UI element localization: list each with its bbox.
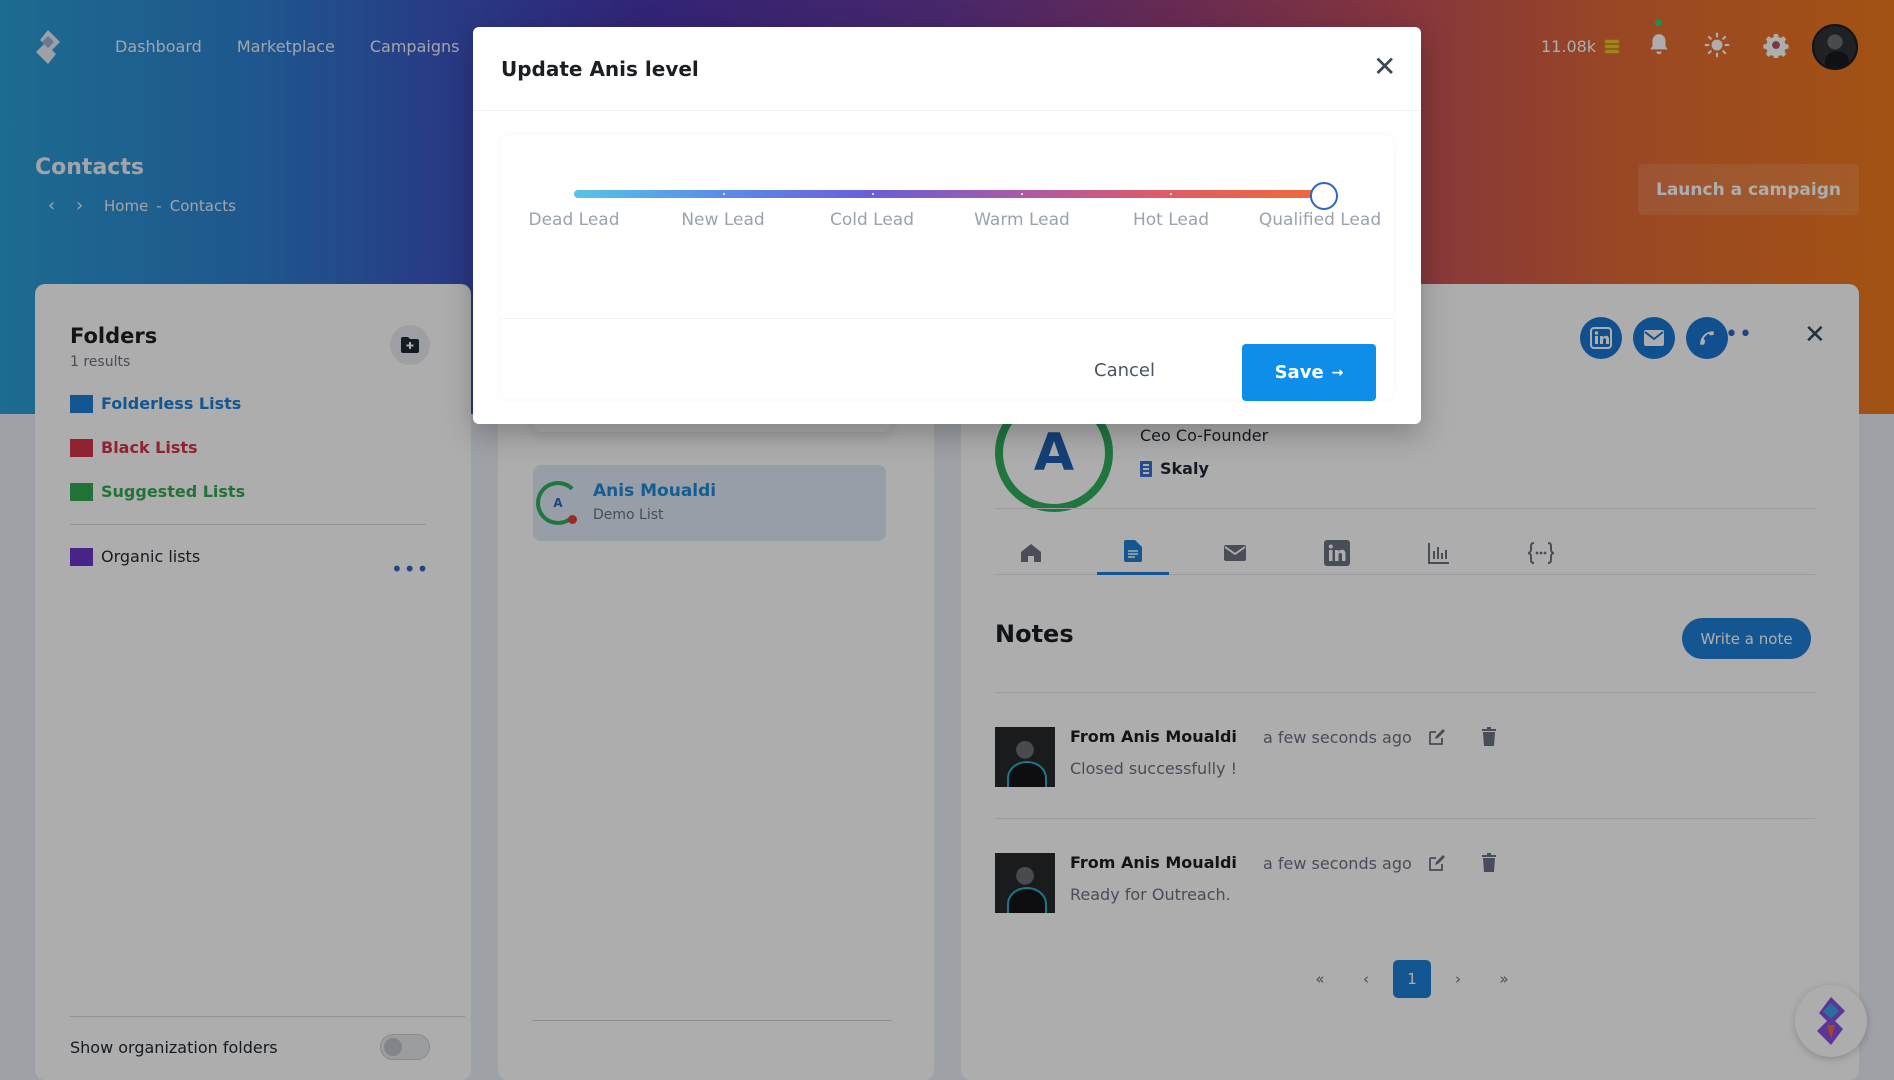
level-slider-card: Dead Lead New Lead Cold Lead Warm Lead H…: [501, 135, 1393, 401]
slider-tick: [1021, 193, 1023, 195]
save-button[interactable]: Save →: [1242, 344, 1376, 401]
modal-header-divider: [473, 110, 1421, 111]
slider-tick: [872, 193, 874, 195]
modal-title: Update Anis level: [501, 57, 699, 81]
level-slider-thumb[interactable]: [1310, 182, 1338, 210]
cancel-button[interactable]: Cancel: [1094, 360, 1155, 381]
level-dead-lead[interactable]: Dead Lead: [528, 210, 619, 230]
level-warm-lead[interactable]: Warm Lead: [974, 210, 1070, 230]
slider-tick: [723, 193, 725, 195]
modal-body-divider: [501, 318, 1393, 319]
level-hot-lead[interactable]: Hot Lead: [1133, 210, 1209, 230]
level-cold-lead[interactable]: Cold Lead: [830, 210, 914, 230]
update-level-modal: Update Anis level ✕ Dead Lead New Lead C…: [473, 27, 1421, 424]
level-slider-track[interactable]: [574, 190, 1320, 198]
level-qualified-lead[interactable]: Qualified Lead: [1259, 210, 1381, 230]
slider-tick: [1170, 193, 1172, 195]
arrow-right-icon: →: [1331, 364, 1344, 381]
level-new-lead[interactable]: New Lead: [681, 210, 764, 230]
save-label: Save: [1274, 362, 1324, 383]
close-icon[interactable]: ✕: [1373, 53, 1396, 81]
